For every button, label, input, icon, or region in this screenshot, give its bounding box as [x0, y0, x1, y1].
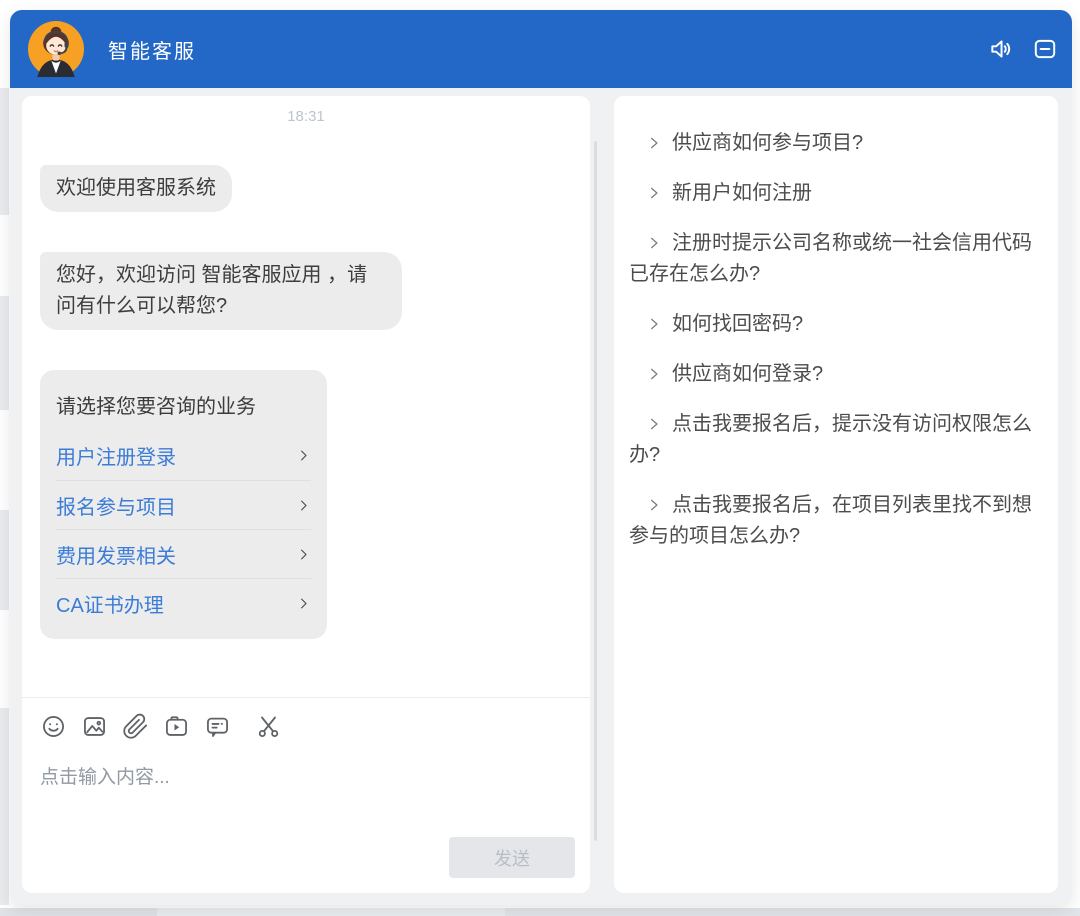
panel-gutter	[590, 96, 614, 893]
video-icon[interactable]	[163, 713, 190, 740]
chevron-right-icon	[647, 498, 661, 512]
faq-item-text: 如何找回密码?	[672, 313, 803, 335]
faq-panel: 供应商如何参与项目? 新用户如何注册 注册时提示公司名称或统一社会信用代码已存在…	[614, 96, 1058, 893]
chat-panel-scrollbar[interactable]	[594, 141, 597, 841]
widget-body: 18:31 欢迎使用客服系统 您好，欢迎访问 智能客服应用 ，请问有什么可以帮您…	[10, 88, 1072, 905]
app-title: 智能客服	[108, 35, 970, 64]
chevron-right-icon	[296, 498, 311, 513]
chevron-right-icon	[296, 547, 311, 562]
faq-item[interactable]: 点击我要报名后，提示没有访问权限怎么办?	[629, 409, 1050, 471]
speaker-icon[interactable]	[988, 36, 1014, 62]
faq-item[interactable]: 新用户如何注册	[629, 178, 1050, 209]
agent-avatar	[28, 21, 84, 77]
composer-toolbar	[40, 713, 572, 740]
quick-reply-icon[interactable]	[204, 713, 231, 740]
bot-message-bubble: 您好，欢迎访问 智能客服应用 ，请问有什么可以帮您?	[40, 252, 402, 330]
faq-item-text: 供应商如何登录?	[672, 363, 823, 385]
menu-item-user-register-login[interactable]: 用户注册登录	[56, 431, 311, 480]
faq-item[interactable]: 供应商如何登录?	[629, 359, 1050, 390]
chevron-right-icon	[296, 448, 311, 463]
faq-item[interactable]: 点击我要报名后，在项目列表里找不到想参与的项目怎么办?	[629, 490, 1050, 552]
faq-item[interactable]: 如何找回密码?	[629, 309, 1050, 340]
menu-item-label: 费用发票相关	[56, 540, 176, 569]
faq-item-text: 新用户如何注册	[672, 182, 812, 204]
minimize-icon[interactable]	[1032, 36, 1058, 62]
message-input[interactable]: 点击输入内容...	[40, 762, 572, 789]
background-page-bottom-edge	[0, 908, 1080, 916]
chat-history: 18:31 欢迎使用客服系统 您好，欢迎访问 智能客服应用 ，请问有什么可以帮您…	[22, 96, 590, 697]
service-menu-card: 请选择您要咨询的业务 用户注册登录 报名参与项目 费用发票相关 CA证书	[40, 370, 327, 639]
menu-item-label: CA证书办理	[56, 589, 164, 618]
composer: 点击输入内容... 发送	[22, 697, 590, 893]
bot-message-bubble: 欢迎使用客服系统	[40, 165, 232, 212]
menu-item-ca-certificate[interactable]: CA证书办理	[56, 578, 311, 627]
chevron-right-icon	[647, 136, 661, 150]
image-icon[interactable]	[81, 713, 108, 740]
menu-item-label: 报名参与项目	[56, 491, 176, 520]
menu-item-fee-invoice[interactable]: 费用发票相关	[56, 529, 311, 578]
emoji-icon[interactable]	[40, 713, 67, 740]
chat-panel: 18:31 欢迎使用客服系统 您好，欢迎访问 智能客服应用 ，请问有什么可以帮您…	[22, 96, 590, 893]
widget-header: 智能客服	[10, 10, 1072, 88]
screenshot-scissors-icon[interactable]	[255, 713, 282, 740]
background-page-left-edge	[0, 0, 9, 916]
chevron-right-icon	[647, 367, 661, 381]
faq-item-text: 注册时提示公司名称或统一社会信用代码已存在怎么办?	[629, 232, 1032, 285]
send-button[interactable]: 发送	[449, 837, 575, 878]
chevron-right-icon	[296, 596, 311, 611]
menu-item-signup-project[interactable]: 报名参与项目	[56, 480, 311, 529]
attachment-icon[interactable]	[122, 713, 149, 740]
faq-item-text: 点击我要报名后，提示没有访问权限怎么办?	[629, 413, 1032, 466]
faq-item-text: 点击我要报名后，在项目列表里找不到想参与的项目怎么办?	[629, 494, 1032, 547]
faq-item[interactable]: 供应商如何参与项目?	[629, 128, 1050, 159]
chevron-right-icon	[647, 317, 661, 331]
service-menu-title: 请选择您要咨询的业务	[56, 370, 311, 431]
chevron-right-icon	[647, 236, 661, 250]
chevron-right-icon	[647, 417, 661, 431]
message-timestamp: 18:31	[40, 108, 572, 125]
faq-item-text: 供应商如何参与项目?	[672, 132, 863, 154]
customer-service-widget: 智能客服 18:31 欢迎使用客服系统 您好，欢迎访问 智能客服应用 ，请问有什…	[10, 10, 1072, 905]
faq-item[interactable]: 注册时提示公司名称或统一社会信用代码已存在怎么办?	[629, 228, 1050, 290]
menu-item-label: 用户注册登录	[56, 441, 176, 470]
chevron-right-icon	[647, 186, 661, 200]
